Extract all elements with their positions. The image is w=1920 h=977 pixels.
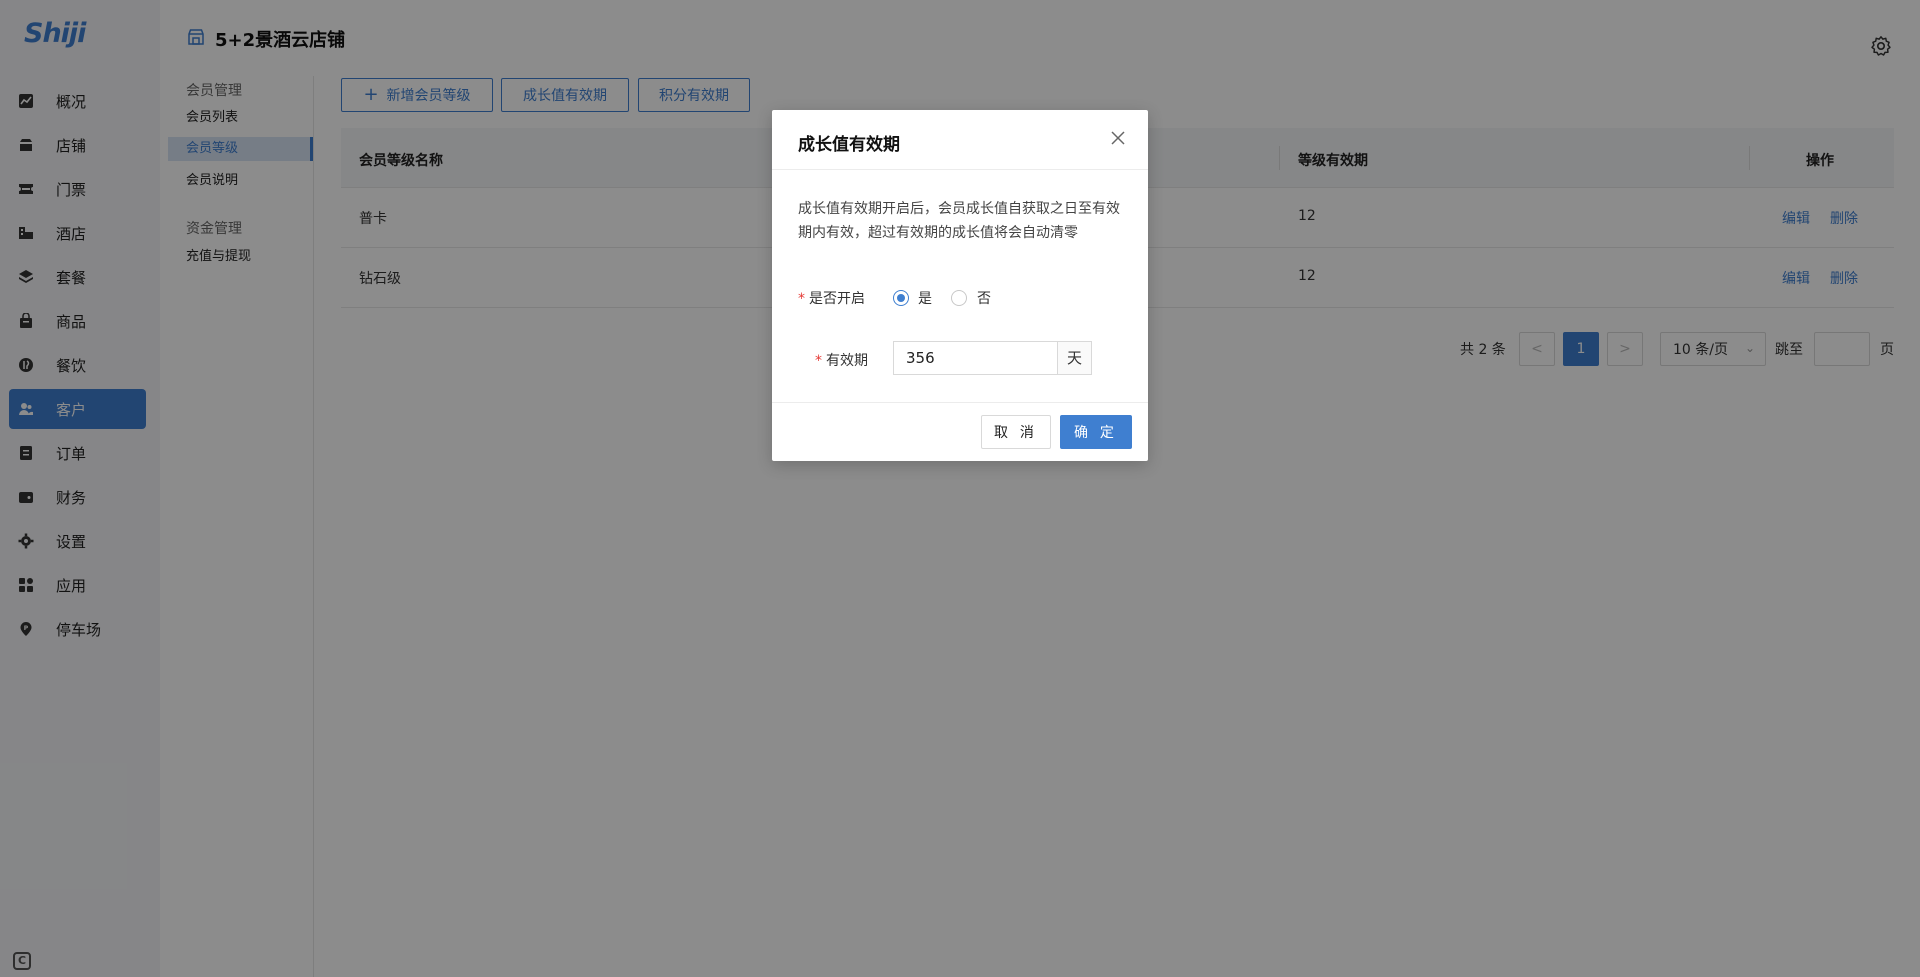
validity-label: * 有效期 bbox=[815, 350, 868, 370]
confirm-button[interactable]: 确 定 bbox=[1060, 415, 1132, 449]
close-icon[interactable] bbox=[1110, 130, 1126, 146]
growth-validity-modal: 成长值有效期 成长值有效期开启后，会员成长值自获取之日至有效期内有效，超过有效期… bbox=[772, 110, 1148, 461]
enable-label-text: 是否开启 bbox=[809, 291, 865, 307]
validity-label-text: 有效期 bbox=[826, 353, 868, 369]
radio-yes[interactable] bbox=[893, 290, 909, 306]
validity-days-input[interactable]: 356 bbox=[893, 341, 1057, 375]
required-mark: * bbox=[815, 353, 822, 369]
radio-yes-label: 是 bbox=[918, 291, 932, 307]
required-mark: * bbox=[798, 291, 805, 307]
modal-description: 成长值有效期开启后，会员成长值自获取之日至有效期内有效，超过有效期的成长值将会自… bbox=[798, 201, 1120, 241]
cancel-button[interactable]: 取 消 bbox=[981, 415, 1051, 449]
radio-no-label: 否 bbox=[977, 291, 991, 307]
modal-title: 成长值有效期 bbox=[798, 135, 900, 155]
days-unit-addon: 天 bbox=[1057, 341, 1092, 375]
radio-no[interactable] bbox=[951, 290, 967, 306]
enable-label: * 是否开启 bbox=[798, 288, 865, 308]
modal-header: 成长值有效期 bbox=[772, 110, 1148, 170]
